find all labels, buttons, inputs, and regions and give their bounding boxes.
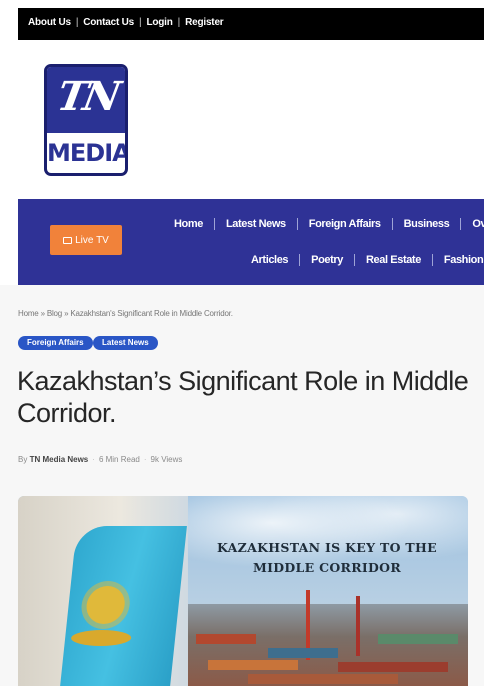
live-tv-button[interactable]: Live TV [50, 225, 122, 255]
separator: | [177, 17, 181, 28]
separator: | [139, 17, 142, 28]
article-title: Kazakhstan’s Significant Role in Middle … [17, 366, 469, 428]
article-content: Home » Blog » Kazakhstan's Significant R… [0, 285, 484, 686]
main-navbar: Live TV Home Latest News Foreign Affairs… [18, 199, 484, 285]
nav-divider [354, 254, 355, 266]
meta-separator: · [143, 455, 147, 464]
nav-item-business[interactable]: Business [404, 218, 450, 230]
container-stack [248, 674, 398, 684]
nav-row-primary: Home Latest News Foreign Affairs Busines… [174, 218, 484, 230]
contact-us-link[interactable]: Contact Us [83, 17, 134, 28]
top-links: About Us | Contact Us | Login | Register [28, 17, 224, 28]
nav-item-home[interactable]: Home [174, 218, 203, 230]
kazakhstan-flag-image [59, 526, 187, 686]
nav-divider [299, 254, 301, 266]
meta-separator: · [92, 455, 95, 464]
flag-eagle-emblem [70, 630, 133, 646]
featured-image: KAZAKHSTAN IS KEY TO THE MIDDLE CORRIDOR [18, 496, 468, 686]
container-port-image [188, 590, 468, 686]
nav-item-poetry[interactable]: Poetry [311, 254, 343, 266]
nav-item-overseas[interactable]: Overse [472, 218, 484, 230]
login-link[interactable]: Login [146, 17, 172, 28]
about-us-link[interactable]: About Us [28, 17, 71, 28]
meta-by: By [18, 455, 28, 464]
site-logo[interactable]: TN MEDIA [44, 64, 128, 176]
article-meta: By TN Media News · 6 Min Read · 9k Views [18, 455, 182, 464]
nav-item-articles[interactable]: Articles [251, 254, 289, 266]
nav-divider [460, 218, 462, 230]
nav-item-latest-news[interactable]: Latest News [226, 218, 286, 230]
tv-icon [63, 236, 73, 244]
container-stack [338, 662, 448, 672]
nav-item-foreign-affairs[interactable]: Foreign Affairs [309, 218, 381, 230]
live-tv-label: Live TV [75, 234, 109, 246]
separator: | [75, 17, 79, 28]
flag-sun-emblem [84, 586, 127, 624]
register-link[interactable]: Register [185, 17, 224, 28]
logo-media-text: MEDIA [47, 139, 128, 167]
logo-emblem: TN [47, 67, 125, 133]
container-stack [208, 660, 298, 670]
tag-latest-news[interactable]: Latest News [93, 336, 158, 350]
author-link[interactable]: TN Media News [30, 455, 89, 464]
port-crane [356, 596, 360, 656]
hero-caption: KAZAKHSTAN IS KEY TO THE MIDDLE CORRIDOR [208, 538, 446, 578]
container-stack [378, 634, 458, 644]
hero-caption-line2: MIDDLE CORRIDOR [252, 560, 402, 575]
top-bar: About Us | Contact Us | Login | Register [18, 8, 484, 40]
breadcrumb[interactable]: Home » Blog » Kazakhstan's Significant R… [18, 309, 233, 318]
nav-item-real-estate[interactable]: Real Estate [366, 254, 421, 266]
nav-divider [431, 254, 433, 266]
nav-item-fashion[interactable]: Fashion [444, 254, 484, 266]
hero-caption-line1: KAZAKHSTAN IS KEY TO THE [217, 540, 437, 555]
view-count: 9k Views [150, 455, 183, 464]
nav-row-secondary: Articles Poetry Real Estate Fashion [251, 254, 484, 266]
container-stack [196, 634, 256, 644]
tag-foreign-affairs[interactable]: Foreign Affairs [18, 336, 93, 350]
container-stack [268, 648, 338, 658]
nav-divider [296, 218, 298, 230]
nav-divider [391, 218, 393, 230]
logo-tn-text: TN [53, 73, 121, 120]
nav-divider [213, 218, 215, 230]
read-time: 6 Min Read [98, 455, 140, 464]
